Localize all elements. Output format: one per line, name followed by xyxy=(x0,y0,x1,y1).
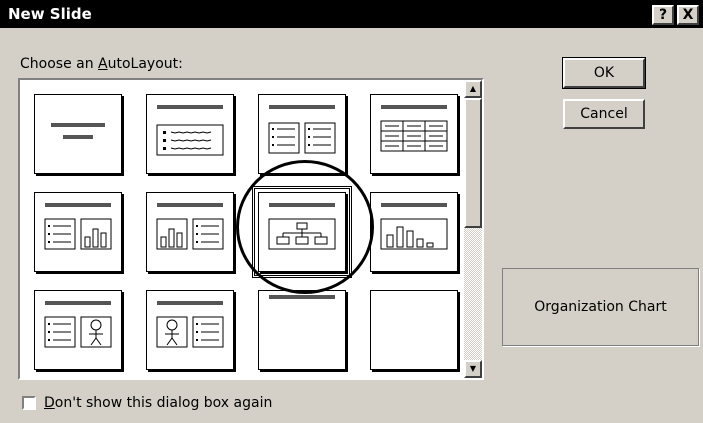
layout-blank[interactable] xyxy=(370,290,458,370)
layout-name-preview: Organization Chart xyxy=(502,268,699,346)
org-chart-icon xyxy=(268,203,336,250)
bulleted-list-icon xyxy=(156,105,224,156)
chart-text-icon xyxy=(156,203,224,250)
text-chart-icon xyxy=(44,203,112,250)
scroll-thumb[interactable] xyxy=(464,98,482,228)
two-column-text-icon xyxy=(268,105,336,154)
title-bar[interactable]: New Slide ? X xyxy=(0,0,703,28)
layout-text-clip-art[interactable] xyxy=(34,290,122,370)
layout-chart-text[interactable] xyxy=(146,192,234,272)
layout-table[interactable] xyxy=(370,94,458,174)
layout-title-slide[interactable] xyxy=(34,94,122,174)
layout-text-chart[interactable] xyxy=(34,192,122,272)
layout-organization-chart[interactable] xyxy=(252,186,352,278)
title-only-icon xyxy=(269,295,335,299)
close-button[interactable]: X xyxy=(677,5,699,25)
dialog-title: New Slide xyxy=(8,5,92,23)
text-clip-art-icon xyxy=(44,301,112,348)
title-slide-icon xyxy=(51,123,105,139)
layout-title-only[interactable] xyxy=(258,290,346,370)
help-button[interactable]: ? xyxy=(652,5,674,25)
layout-clip-art-text[interactable] xyxy=(146,290,234,370)
chart-icon xyxy=(380,203,448,250)
blank-icon xyxy=(371,291,457,369)
table-icon xyxy=(380,105,448,152)
layout-two-column-text[interactable] xyxy=(258,94,346,174)
clip-art-text-icon xyxy=(156,301,224,348)
dont-show-again-label[interactable]: Don't show this dialog box again xyxy=(44,395,272,411)
layout-chart[interactable] xyxy=(370,192,458,272)
scroll-up-button[interactable]: ▲ xyxy=(464,80,482,98)
vertical-scrollbar[interactable]: ▲ ▼ xyxy=(464,80,482,378)
autolayout-label: Choose an AutoLayout: xyxy=(20,56,183,72)
dont-show-again-checkbox[interactable] xyxy=(22,396,36,410)
new-slide-dialog: New Slide ? X Choose an AutoLayout: ▲ ▼ … xyxy=(0,0,703,423)
layout-bulleted-list[interactable] xyxy=(146,94,234,174)
scroll-down-button[interactable]: ▼ xyxy=(464,360,482,378)
autolayout-list[interactable]: ▲ ▼ xyxy=(18,78,484,380)
ok-button[interactable]: OK xyxy=(562,57,646,89)
cancel-button[interactable]: Cancel xyxy=(563,99,645,129)
